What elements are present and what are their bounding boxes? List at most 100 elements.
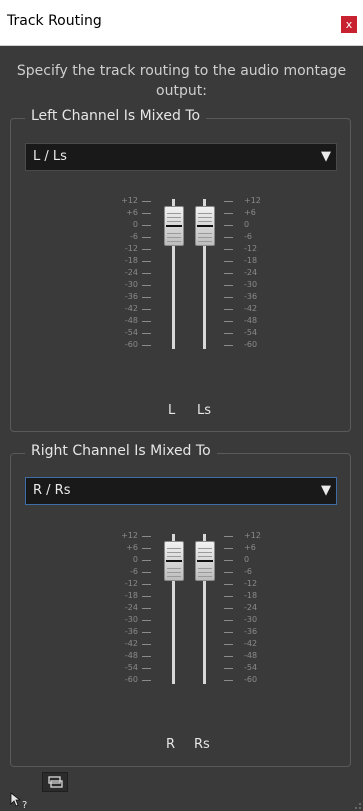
left-routing-value: L / Ls — [33, 149, 67, 164]
right-scale-left-tick: -60 — [124, 675, 138, 684]
left-fader-b-label: Ls — [197, 403, 212, 418]
right-scale-right-tick: +12 — [244, 531, 261, 540]
fader-grip-line — [198, 572, 212, 573]
title-bar: Track Routing x — [0, 0, 363, 46]
right-scale-dash — [142, 548, 151, 549]
right-scale-left-tick: -24 — [124, 603, 138, 612]
right-routing-value: R / Rs — [33, 483, 71, 498]
left-scale-left-tick: -24 — [124, 268, 138, 277]
fader-center-mark — [197, 225, 213, 227]
right-scale-dash — [142, 620, 151, 621]
left-scale-dash — [224, 213, 233, 214]
fader-grip-line — [198, 552, 212, 553]
right-scale-dash — [224, 584, 233, 585]
left-routing-dropdown[interactable]: L / Ls ▼ — [25, 143, 337, 171]
fader-grip-line — [167, 217, 181, 218]
left-scale-left-tick: -30 — [124, 280, 138, 289]
right-routing-dropdown[interactable]: R / Rs ▼ — [25, 477, 337, 505]
left-scale-left-tick: -60 — [124, 340, 138, 349]
help-pointer-icon[interactable]: ? — [8, 790, 32, 810]
left-scale-left-tick: -12 — [124, 244, 138, 253]
left-scale-dash — [224, 225, 233, 226]
resize-grip-icon[interactable] — [354, 802, 362, 810]
left-scale-dash — [142, 309, 151, 310]
left-scale-dash — [224, 345, 233, 346]
right-scale-left-tick: -42 — [124, 639, 138, 648]
left-scale-right-tick: -24 — [244, 268, 258, 277]
right-scale-left-tick: +12 — [121, 531, 138, 540]
dropdown-arrow-icon: ▼ — [321, 149, 331, 164]
fader-grip-line — [198, 233, 212, 234]
right-scale-dash — [142, 560, 151, 561]
fader-grip-line — [198, 548, 212, 549]
instruction-text: Specify the track routing to the audio m… — [16, 63, 347, 99]
right-scale-left-tick: -6 — [130, 567, 138, 576]
right-fader-b-handle[interactable] — [195, 541, 215, 581]
fader-grip-line — [198, 556, 212, 557]
right-scale-right-tick: -36 — [244, 627, 258, 636]
fader-grip-line — [198, 221, 212, 222]
left-fader-a-handle[interactable] — [164, 206, 184, 246]
left-fader-b-handle[interactable] — [195, 206, 215, 246]
right-scale-dash — [142, 596, 151, 597]
left-scale-left-tick: -18 — [124, 256, 138, 265]
left-scale-dash — [142, 237, 151, 238]
fader-grip-line — [167, 572, 181, 573]
right-fader-panel: +12 +12 +6 +6 0 0 -6 -6 -12 -12 -18 -18 -24 -24 -30 -30… — [0, 530, 363, 760]
right-scale-left-tick: -54 — [124, 663, 138, 672]
right-scale-dash — [224, 632, 233, 633]
fader-grip-line — [198, 576, 212, 577]
right-scale-right-tick: -30 — [244, 615, 258, 624]
right-scale-left-tick: -12 — [124, 579, 138, 588]
left-scale-dash — [142, 321, 151, 322]
right-scale-right-tick: -24 — [244, 603, 258, 612]
left-scale-dash — [142, 297, 151, 298]
right-scale-dash — [142, 668, 151, 669]
right-scale-dash — [142, 632, 151, 633]
left-scale-dash — [142, 273, 151, 274]
right-scale-dash — [224, 644, 233, 645]
right-scale-dash — [224, 620, 233, 621]
fader-grip-line — [198, 568, 212, 569]
fader-grip-line — [198, 213, 212, 214]
right-scale-right-tick: -60 — [244, 675, 258, 684]
left-scale-right-tick: -36 — [244, 292, 258, 301]
right-fader-a-handle[interactable] — [164, 541, 184, 581]
fader-grip-line — [198, 217, 212, 218]
left-scale-dash — [142, 201, 151, 202]
right-scale-right-tick: -48 — [244, 651, 258, 660]
link-faders-button[interactable] — [42, 772, 68, 792]
left-scale-right-tick: -18 — [244, 256, 258, 265]
left-scale-left-tick: +6 — [126, 208, 138, 217]
left-scale-right-tick: -30 — [244, 280, 258, 289]
left-scale-dash — [142, 261, 151, 262]
right-scale-dash — [142, 584, 151, 585]
left-scale-right-tick: -48 — [244, 316, 258, 325]
left-scale-dash — [142, 285, 151, 286]
right-scale-left-tick: +6 — [126, 543, 138, 552]
left-scale-dash — [224, 285, 233, 286]
left-scale-right-tick: -42 — [244, 304, 258, 313]
right-scale-dash — [224, 536, 233, 537]
left-scale-dash — [224, 249, 233, 250]
left-scale-left-tick: -36 — [124, 292, 138, 301]
right-scale-left-tick: -48 — [124, 651, 138, 660]
right-scale-dash — [224, 656, 233, 657]
fader-grip-line — [167, 576, 181, 577]
left-scale-dash — [224, 261, 233, 262]
close-button[interactable]: x — [341, 16, 357, 33]
left-scale-dash — [224, 321, 233, 322]
right-scale-dash — [142, 572, 151, 573]
left-scale-right-tick: +12 — [244, 196, 261, 205]
left-fader-panel: +12 +12 +6 +6 0 0 -6 -6 -12 -12 -18 -18 -24 -24 -30 -30… — [0, 195, 363, 425]
left-scale-dash — [224, 333, 233, 334]
svg-text:?: ? — [22, 800, 27, 810]
left-scale-dash — [142, 213, 151, 214]
right-scale-dash — [224, 596, 233, 597]
left-scale-right-tick: -54 — [244, 328, 258, 337]
left-scale-left-tick: 0 — [132, 220, 138, 229]
left-scale-left-tick: -42 — [124, 304, 138, 313]
right-scale-dash — [142, 536, 151, 537]
left-scale-right-tick: +6 — [244, 208, 256, 217]
right-scale-dash — [224, 680, 233, 681]
